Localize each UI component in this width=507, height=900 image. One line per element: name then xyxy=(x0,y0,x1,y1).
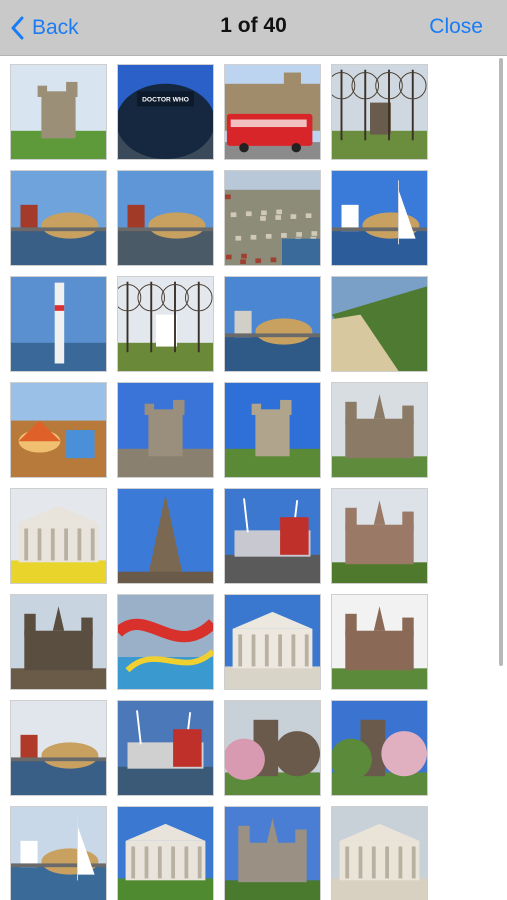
photo-image xyxy=(225,277,320,371)
photo-thumbnail-columned-museum-entrance[interactable] xyxy=(331,806,428,900)
photo-image xyxy=(332,277,427,371)
photo-image xyxy=(11,807,106,900)
photo-thumbnail-blossom-castle[interactable] xyxy=(224,700,321,796)
photo-image xyxy=(11,595,106,689)
photo-thumbnail-bay-sunset-clouds[interactable] xyxy=(117,700,214,796)
photo-image xyxy=(118,277,213,371)
photo-thumbnail-avenue-of-trees-house[interactable] xyxy=(117,276,214,372)
photo-image xyxy=(118,807,213,900)
photo-image xyxy=(332,701,427,795)
photo-image xyxy=(11,65,106,159)
photo-image xyxy=(332,171,427,265)
photo-thumbnail-white-civic-building-daffodils[interactable] xyxy=(10,488,107,584)
photo-image xyxy=(118,383,213,477)
photo-thumbnail-tower-blossom-trees[interactable] xyxy=(331,700,428,796)
photo-image xyxy=(225,65,320,159)
photo-thumbnail-water-slides-pool[interactable] xyxy=(117,594,214,690)
photo-image: DOCTOR WHO xyxy=(118,65,213,159)
photo-thumbnail-funfair-carousel[interactable] xyxy=(10,382,107,478)
vertical-scrollbar[interactable] xyxy=(499,58,503,666)
photo-image xyxy=(332,595,427,689)
photo-image xyxy=(225,807,320,900)
photo-image xyxy=(118,701,213,795)
photo-thumbnail-castle-tower-blue-sky[interactable] xyxy=(117,382,214,478)
photo-thumbnail-bay-sailboat[interactable] xyxy=(10,806,107,900)
photo-image xyxy=(225,595,320,689)
photo-thumbnail-castle-keep-with-flag[interactable] xyxy=(224,382,321,478)
photo-image xyxy=(332,807,427,900)
photo-thumbnail-city-hall-dome[interactable] xyxy=(224,594,321,690)
photo-image xyxy=(225,383,320,477)
photo-thumbnail-coastal-beach-cliffs[interactable] xyxy=(331,276,428,372)
photo-image xyxy=(225,171,320,265)
photo-image xyxy=(225,489,320,583)
photo-thumbnail-bay-with-norwegian-church[interactable] xyxy=(224,276,321,372)
photo-thumbnail-millennium-stadium[interactable] xyxy=(224,488,321,584)
photo-thumbnail-castle-walls-clock-tower[interactable] xyxy=(10,594,107,690)
photo-thumbnail-pierhead-and-wmc[interactable] xyxy=(10,700,107,796)
photo-thumbnail-cardiff-castle-towers[interactable] xyxy=(331,594,428,690)
photo-image xyxy=(118,489,213,583)
photo-thumbnail-white-lighthouse-tower[interactable] xyxy=(10,276,107,372)
photo-image xyxy=(118,595,213,689)
photo-thumbnail-pierhead-building-bay[interactable] xyxy=(117,170,214,266)
photo-thumbnail-marina-with-boats[interactable] xyxy=(331,170,428,266)
close-button[interactable]: Close xyxy=(429,15,483,39)
photo-thumbnail-castell-coch-forest[interactable] xyxy=(331,488,428,584)
photo-image xyxy=(225,701,320,795)
photo-image xyxy=(11,701,106,795)
photo-image xyxy=(11,171,106,265)
photo-image xyxy=(11,383,106,477)
photo-thumbnail-white-palace-lawn[interactable] xyxy=(117,806,214,900)
photo-thumbnail-red-tour-bus-castle[interactable] xyxy=(224,64,321,160)
photo-image xyxy=(11,277,106,371)
photo-thumbnail-castle-keep-on-hill[interactable] xyxy=(10,64,107,160)
photo-thumbnail-bay-waterfront-red-building[interactable] xyxy=(10,170,107,266)
photo-thumbnail-winter-trees-castle[interactable] xyxy=(331,64,428,160)
photo-image xyxy=(332,489,427,583)
photo-image xyxy=(118,171,213,265)
svg-text:DOCTOR WHO: DOCTOR WHO xyxy=(142,97,189,104)
photo-image xyxy=(11,489,106,583)
photo-grid: DOCTOR WHO xyxy=(10,64,428,900)
photo-thumbnail-church-spire-clouds[interactable] xyxy=(117,488,214,584)
photo-thumbnail-gothic-castle-hall[interactable] xyxy=(331,382,428,478)
photo-thumbnail-doctor-who-experience[interactable]: DOCTOR WHO xyxy=(117,64,214,160)
photo-image xyxy=(332,383,427,477)
photo-thumbnail-gothic-cathedral-towers[interactable] xyxy=(224,806,321,900)
navigation-bar: Back 1 of 40 Close xyxy=(0,0,507,56)
photo-thumbnail-aerial-city-view[interactable] xyxy=(224,170,321,266)
photo-image xyxy=(332,65,427,159)
